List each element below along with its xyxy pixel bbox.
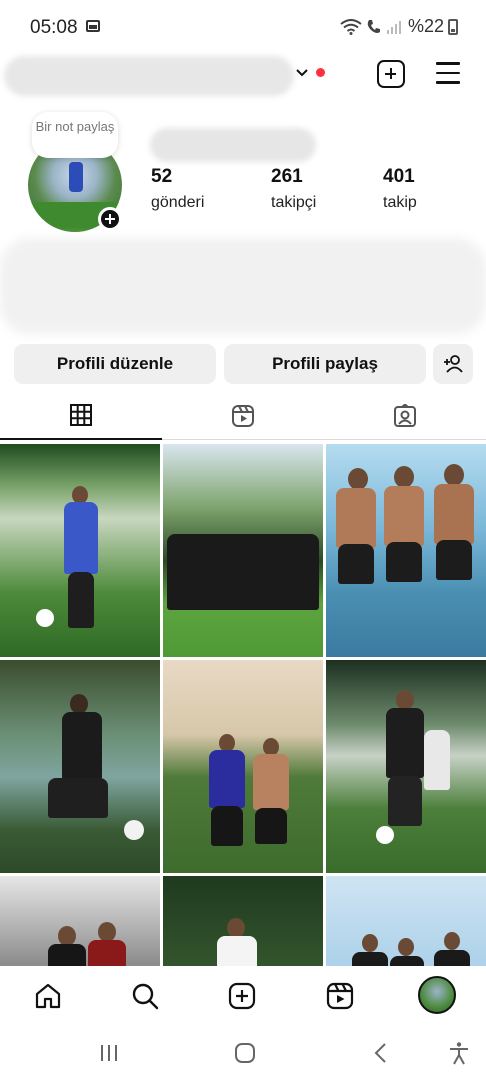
create-icon (228, 982, 256, 1010)
content-tabs (0, 392, 486, 440)
posts-label: gönderi (151, 194, 205, 211)
post-thumbnail[interactable] (326, 444, 486, 657)
add-story-icon[interactable] (98, 207, 122, 231)
discover-people-button[interactable] (433, 344, 473, 384)
share-profile-button[interactable]: Profili paylaş (224, 344, 426, 384)
notification-dot (316, 68, 325, 77)
tab-tagged[interactable] (324, 392, 486, 440)
battery-percent: %22 (407, 16, 444, 36)
grid-icon (70, 404, 92, 426)
add-user-icon (444, 355, 463, 373)
image-notification-icon (86, 20, 100, 32)
tab-posts-grid[interactable] (0, 392, 162, 440)
chevron-down-icon[interactable] (296, 68, 308, 78)
followers-count: 261 (271, 166, 303, 187)
post-thumbnail[interactable] (163, 444, 323, 657)
post-thumbnail[interactable] (163, 876, 323, 966)
battery-icon (448, 18, 458, 35)
bio-redacted (0, 238, 486, 334)
reels-icon (232, 405, 254, 427)
nav-home[interactable] (30, 978, 66, 1014)
display-name-redacted (150, 128, 316, 162)
stat-following[interactable]: 401 takip (383, 166, 417, 212)
recent-apps-button[interactable] (94, 1040, 124, 1066)
post-thumbnail[interactable] (0, 660, 160, 873)
recent-apps-icon (101, 1045, 117, 1061)
wifi-calling-icon (367, 19, 380, 33)
menu-icon[interactable] (436, 62, 460, 84)
stat-posts[interactable]: 52 gönderi (151, 166, 204, 212)
followers-label: takipçi (271, 194, 317, 211)
back-button[interactable] (366, 1040, 396, 1066)
home-button-icon (235, 1043, 255, 1063)
system-navigation (0, 1024, 486, 1080)
stat-followers[interactable]: 261 takipçi (271, 166, 316, 212)
post-thumbnail[interactable] (0, 876, 160, 966)
tab-reels[interactable] (162, 392, 324, 440)
following-label: takip (383, 194, 417, 211)
edit-profile-button[interactable]: Profili düzenle (14, 344, 216, 384)
post-thumbnail[interactable] (326, 660, 486, 873)
username-redacted[interactable] (4, 56, 294, 96)
tagged-icon (394, 404, 416, 427)
nav-reels[interactable] (322, 978, 358, 1014)
posts-grid (0, 444, 486, 966)
bottom-navigation (0, 968, 486, 1024)
accessibility-button[interactable] (444, 1040, 474, 1066)
profile-header (0, 46, 486, 104)
posts-count: 52 (151, 166, 173, 187)
nav-search[interactable] (127, 978, 163, 1014)
signal-icon (386, 20, 401, 34)
nav-create[interactable] (224, 978, 260, 1014)
system-home-button[interactable] (230, 1040, 260, 1066)
post-thumbnail[interactable] (163, 660, 323, 873)
post-thumbnail[interactable] (326, 876, 486, 966)
note-bubble[interactable]: Bir not paylaş (32, 112, 118, 158)
reels-icon (326, 982, 354, 1010)
post-thumbnail[interactable] (0, 444, 160, 657)
search-icon (132, 983, 159, 1010)
status-indicators: %22 (340, 16, 458, 37)
following-count: 401 (383, 166, 415, 187)
home-icon (35, 983, 61, 1009)
create-post-icon[interactable] (377, 60, 405, 88)
wifi-icon (340, 18, 362, 35)
accessibility-icon (450, 1042, 468, 1065)
nav-profile-avatar[interactable] (418, 976, 456, 1014)
back-icon (374, 1043, 386, 1063)
status-time: 05:08 (30, 17, 78, 38)
